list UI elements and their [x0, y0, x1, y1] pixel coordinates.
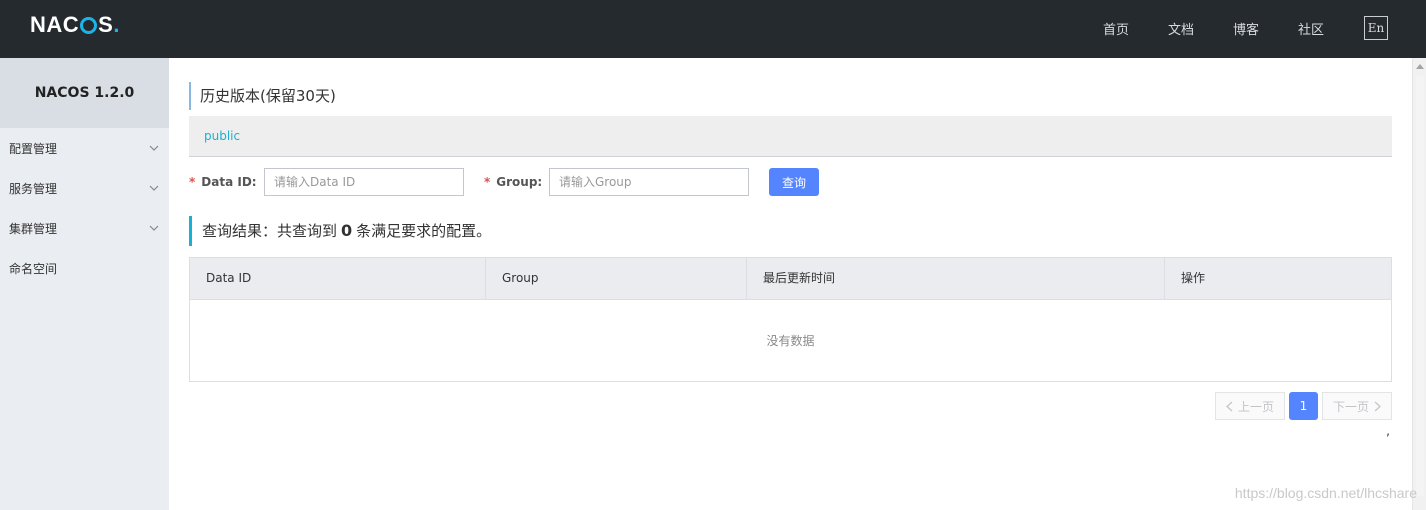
- chevron-down-icon: [149, 223, 159, 233]
- column-header-actions: 操作: [1181, 271, 1206, 285]
- nav-docs-link[interactable]: 文档: [1168, 19, 1194, 38]
- watermark: https://blog.csdn.net/lhcshare: [1234, 485, 1417, 501]
- logo-o-ring: [80, 17, 98, 34]
- empty-text: 没有数据: [766, 334, 815, 348]
- top-nav-bar: NAC S. 首页 文档 博客 社区 En: [0, 0, 1426, 58]
- column-header-last-updated: 最后更新时间: [747, 258, 1165, 299]
- column-header-group: Group: [486, 258, 747, 299]
- namespace-link-public[interactable]: public: [204, 129, 240, 143]
- prev-page-button[interactable]: 上一页: [1214, 392, 1285, 420]
- column-header-data-id: Data ID: [190, 258, 486, 299]
- search-form: *Data ID: *Group: 查询: [189, 168, 1392, 196]
- table-header: Data ID Group 最后更新时间 操作: [190, 258, 1391, 300]
- required-asterisk: *: [484, 175, 491, 189]
- data-id-input[interactable]: [264, 168, 464, 196]
- group-input[interactable]: [549, 168, 749, 196]
- chevron-down-icon: [149, 143, 159, 153]
- namespace-bar: public: [189, 116, 1392, 157]
- sidebar-item-label: 命名空间: [9, 261, 58, 276]
- sidebar-item-cluster-management[interactable]: 集群管理: [0, 208, 169, 248]
- sidebar-item-service-management[interactable]: 服务管理: [0, 168, 169, 208]
- history-table: Data ID Group 最后更新时间 操作 没有数据: [189, 257, 1392, 382]
- scroll-up-arrow-icon[interactable]: [1416, 64, 1424, 69]
- query-button[interactable]: 查询: [769, 168, 819, 196]
- sidebar-item-namespace[interactable]: 命名空间: [0, 248, 169, 288]
- main-content: 历史版本(保留30天) public *Data ID: *Group: 查询 …: [189, 58, 1392, 510]
- page-number-current[interactable]: 1: [1288, 392, 1318, 420]
- next-page-button[interactable]: 下一页: [1321, 392, 1392, 420]
- sidebar-version-title: NACOS 1.2.0: [0, 58, 169, 128]
- pagination: 上一页 1 下一页: [1214, 392, 1392, 420]
- page-title: 历史版本(保留30天): [189, 82, 336, 110]
- result-count: 0: [341, 221, 353, 240]
- stray-mark: ,: [1386, 424, 1390, 438]
- required-asterisk: *: [189, 175, 196, 189]
- vertical-scrollbar[interactable]: [1412, 58, 1426, 510]
- table-empty-state: 没有数据: [190, 300, 1391, 381]
- nacos-logo[interactable]: NAC S.: [30, 12, 120, 38]
- chevron-right-icon: [1374, 401, 1381, 411]
- language-switch-button[interactable]: En: [1364, 16, 1388, 40]
- sidebar-item-label: 配置管理: [9, 141, 58, 156]
- sidebar-item-config-management[interactable]: 配置管理: [0, 128, 169, 168]
- data-id-label: * Data ID:: [189, 175, 257, 189]
- top-nav-links: 首页 文档 博客 社区 En: [1064, 16, 1388, 40]
- scroll-thumb[interactable]: [1416, 76, 1424, 496]
- nav-community-link[interactable]: 社区: [1298, 19, 1324, 38]
- sidebar: NACOS 1.2.0 配置管理 服务管理 集群管理 命名空间: [0, 58, 169, 510]
- chevron-down-icon: [149, 183, 159, 193]
- nav-blog-link[interactable]: 博客: [1233, 19, 1259, 38]
- sidebar-item-label: 服务管理: [9, 181, 58, 196]
- group-label: * Group:: [484, 175, 543, 189]
- nav-home-link[interactable]: 首页: [1103, 19, 1129, 38]
- chevron-left-icon: [1226, 401, 1233, 411]
- sidebar-item-label: 集群管理: [9, 221, 58, 236]
- query-result-summary: 查询结果：共查询到 0 条满足要求的配置。: [189, 216, 491, 246]
